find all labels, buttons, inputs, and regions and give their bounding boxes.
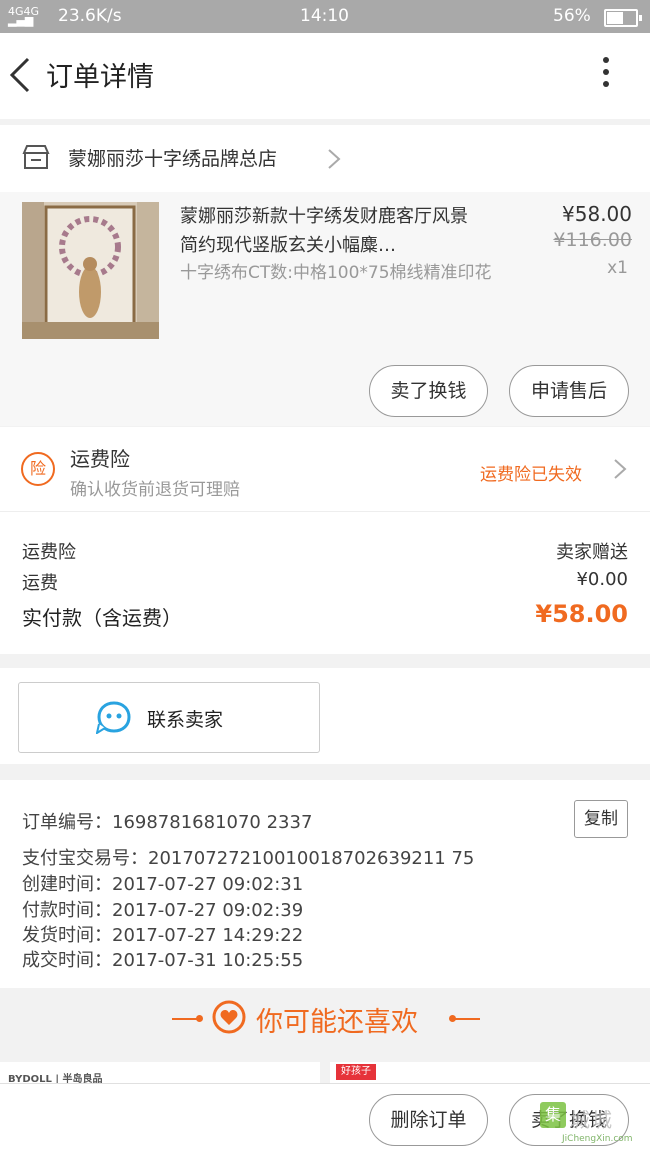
- insurance-cost-label: 运费险: [22, 542, 76, 563]
- copy-button[interactable]: 复制: [574, 800, 628, 838]
- original-price: ¥116.00: [553, 229, 632, 251]
- alipay-trade-number: 支付宝交易号：20170727210010018702639211 75: [22, 848, 475, 869]
- watermark-text: 城城: [570, 1108, 614, 1132]
- network-speed: 23.6K/s: [58, 6, 122, 26]
- paid-time: 付款时间：2017-07-27 09:02:39: [22, 900, 304, 921]
- completed-time: 成交时间：2017-07-31 10:25:55: [22, 950, 304, 971]
- insurance-icon: 险: [21, 452, 55, 486]
- total-paid-label: 实付款（含运费）: [22, 606, 182, 630]
- shipping-cost-label: 运费: [22, 573, 58, 594]
- sell-button[interactable]: 卖了换钱: [369, 365, 488, 417]
- contact-seller-button[interactable]: 联系卖家: [18, 682, 320, 753]
- chat-face-icon: [96, 701, 131, 734]
- divider-dot: [196, 1015, 203, 1022]
- back-button[interactable]: [6, 53, 36, 97]
- contact-seller-label: 联系卖家: [147, 709, 224, 731]
- product-title[interactable]: 蒙娜丽莎新款十字绣发财鹿客厅风景简约现代竖版玄关小幅麋…: [180, 202, 480, 260]
- insurance-cost-value: 卖家赠送: [556, 542, 628, 563]
- delete-order-button[interactable]: 删除订单: [369, 1094, 488, 1146]
- product-sku: 十字绣布CT数:中格100*75棉线精准印花: [180, 263, 492, 283]
- page-title: 订单详情: [46, 62, 154, 93]
- divider: [452, 1018, 480, 1020]
- status-bar: 4G4G ▂▄▆ 23.6K/s 14:10 56%: [0, 0, 650, 33]
- product-quantity: x1: [607, 258, 628, 278]
- shop-name: 蒙娜丽莎十字绣品牌总店: [68, 148, 278, 170]
- watermark-url: JiChengXin.com: [562, 1134, 633, 1144]
- after-sale-button[interactable]: 申请售后: [509, 365, 629, 417]
- contact-area: 联系卖家: [0, 668, 650, 764]
- chevron-right-icon: [328, 149, 341, 169]
- shop-row[interactable]: 蒙娜丽莎十字绣品牌总店: [0, 125, 650, 192]
- shipped-time: 发货时间：2017-07-27 14:29:22: [22, 925, 304, 946]
- recommend-tag: 好孩子: [336, 1064, 376, 1080]
- clock: 14:10: [300, 6, 349, 26]
- product-price: ¥58.00: [562, 202, 632, 226]
- created-time: 创建时间：2017-07-27 09:02:31: [22, 874, 304, 895]
- order-info: 订单编号：1698781681070 2337 复制 支付宝交易号：201707…: [0, 780, 650, 988]
- product-thumbnail[interactable]: [22, 202, 159, 339]
- chevron-left-icon: [9, 57, 30, 93]
- insurance-title: 运费险: [70, 447, 130, 471]
- more-menu-button[interactable]: [597, 57, 615, 97]
- recommend-title: 你可能还喜欢: [256, 1007, 418, 1038]
- heart-icon: [212, 1000, 246, 1034]
- order-item[interactable]: 蒙娜丽莎新款十字绣发财鹿客厅风景简约现代竖版玄关小幅麋… 十字绣布CT数:中格1…: [0, 192, 650, 426]
- signal-icon: 4G4G ▂▄▆: [8, 5, 40, 27]
- insurance-status: 运费险已失效: [480, 465, 582, 485]
- shop-icon: [22, 145, 50, 169]
- insurance-description: 确认收货前退货可理赔: [70, 480, 240, 500]
- recommend-header: 你可能还喜欢: [0, 988, 650, 1050]
- chevron-right-icon: [614, 459, 627, 479]
- nav-header: 订单详情: [0, 33, 650, 119]
- battery-percent: 56%: [553, 6, 591, 26]
- battery-icon: [604, 9, 642, 27]
- total-paid-value: ¥58.00: [535, 600, 628, 628]
- watermark-mark: 集: [540, 1102, 566, 1128]
- watermark-logo: 集 城城 JiChengXin.com: [540, 1100, 648, 1155]
- order-number: 订单编号：1698781681070 2337: [22, 812, 313, 833]
- deer-painting-image: [22, 202, 159, 339]
- shipping-insurance-row[interactable]: 险 运费险 确认收货前退货可理赔 运费险已失效: [0, 427, 650, 512]
- cost-summary: 运费险 卖家赠送 运费 ¥0.00 实付款（含运费） ¥58.00: [0, 512, 650, 654]
- shipping-cost-value: ¥0.00: [576, 569, 628, 590]
